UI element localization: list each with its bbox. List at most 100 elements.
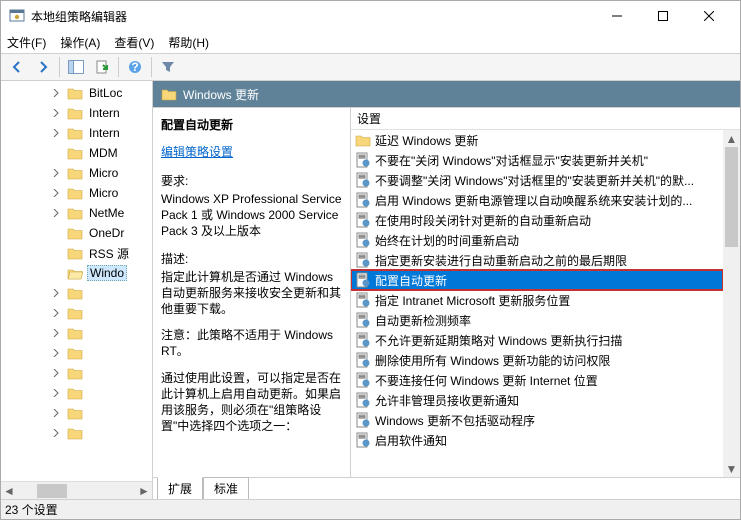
- tree-item-label: Intern: [87, 126, 122, 140]
- tree-item[interactable]: Intern: [1, 103, 153, 123]
- tree-item-label: Micro: [87, 166, 120, 180]
- description-pane: 配置自动更新 编辑策略设置 要求: Windows XP Professiona…: [153, 108, 351, 477]
- toolbar: ?: [1, 53, 740, 81]
- list-item-label: 在使用时段关闭针对更新的自动重新启动: [375, 212, 591, 229]
- tree-item[interactable]: RSS 源: [1, 243, 153, 263]
- window-controls: [594, 1, 732, 31]
- tree-item[interactable]: [1, 363, 153, 383]
- list-item[interactable]: 不要调整"关闭 Windows"对话框里的"安装更新并关机"的默...: [351, 170, 723, 190]
- chevron-right-icon[interactable]: [51, 328, 61, 338]
- tree-item[interactable]: MDM: [1, 143, 153, 163]
- tree-item[interactable]: Micro: [1, 183, 153, 203]
- tab-extended[interactable]: 扩展: [157, 477, 203, 499]
- tree-item[interactable]: OneDr: [1, 223, 153, 243]
- chevron-right-icon[interactable]: [51, 188, 61, 198]
- forward-button[interactable]: [31, 56, 55, 78]
- description-note: 注意：此策略不适用于 Windows RT。: [161, 327, 342, 359]
- svg-text:?: ?: [131, 60, 138, 74]
- tree-item[interactable]: [1, 343, 153, 363]
- list-item[interactable]: 启用软件通知: [351, 430, 723, 450]
- list-item[interactable]: 不要连接任何 Windows 更新 Internet 位置: [351, 370, 723, 390]
- list-item[interactable]: 允许非管理员接收更新通知: [351, 390, 723, 410]
- chevron-right-icon[interactable]: [51, 288, 61, 298]
- menu-help[interactable]: 帮助(H): [168, 34, 209, 51]
- list-item[interactable]: 指定 Intranet Microsoft 更新服务位置: [351, 290, 723, 310]
- list-item[interactable]: 在使用时段关闭针对更新的自动重新启动: [351, 210, 723, 230]
- tree-item[interactable]: [1, 283, 153, 303]
- tree-horizontal-scrollbar[interactable]: ◄►: [1, 481, 152, 499]
- tree-item[interactable]: Windo: [1, 263, 153, 283]
- chevron-right-icon[interactable]: [51, 108, 61, 118]
- list-item[interactable]: 指定更新安装进行自动重新启动之前的最后期限: [351, 250, 723, 270]
- list-item[interactable]: 延迟 Windows 更新: [351, 130, 723, 150]
- list-item[interactable]: 不允许更新延期策略对 Windows 更新执行扫描: [351, 330, 723, 350]
- chevron-right-icon[interactable]: [51, 128, 61, 138]
- tree[interactable]: BitLocInternInternMDMMicroMicroNetMeOneD…: [1, 81, 153, 443]
- content-header: Windows 更新: [153, 81, 740, 107]
- menu-action[interactable]: 操作(A): [60, 34, 100, 51]
- close-button[interactable]: [686, 1, 732, 31]
- tree-item-label: Micro: [87, 186, 120, 200]
- app-icon: [9, 8, 25, 24]
- tab-bar: 扩展 标准: [153, 477, 740, 499]
- edit-policy-link[interactable]: 编辑策略设置: [161, 143, 233, 160]
- list-item-label: 允许非管理员接收更新通知: [375, 392, 519, 409]
- list-vertical-scrollbar[interactable]: ▲▼: [723, 130, 740, 477]
- chevron-right-icon[interactable]: [51, 308, 61, 318]
- list-item-label: 删除使用所有 Windows 更新功能的访问权限: [375, 352, 610, 369]
- tree-item[interactable]: [1, 383, 153, 403]
- chevron-right-icon[interactable]: [51, 208, 61, 218]
- tree-item[interactable]: Micro: [1, 163, 153, 183]
- list-item-label: 启用软件通知: [375, 432, 447, 449]
- list-column-header-row: 设置: [351, 108, 740, 130]
- chevron-right-icon[interactable]: [51, 388, 61, 398]
- help-button[interactable]: ?: [123, 56, 147, 78]
- chevron-right-icon[interactable]: [51, 88, 61, 98]
- export-list-button[interactable]: [90, 56, 114, 78]
- tree-item[interactable]: [1, 403, 153, 423]
- menu-view[interactable]: 查看(V): [114, 34, 154, 51]
- list-item-label: 不允许更新延期策略对 Windows 更新执行扫描: [375, 332, 622, 349]
- list-item-label: 不要连接任何 Windows 更新 Internet 位置: [375, 372, 598, 389]
- tab-standard[interactable]: 标准: [203, 477, 249, 499]
- list-item[interactable]: Windows 更新不包括驱动程序: [351, 410, 723, 430]
- settings-list[interactable]: 延迟 Windows 更新不要在"关闭 Windows"对话框显示"安装更新并关…: [351, 130, 723, 477]
- list-item-label: 自动更新检测频率: [375, 312, 471, 329]
- filter-button[interactable]: [156, 56, 180, 78]
- list-item[interactable]: 自动更新检测频率: [351, 310, 723, 330]
- column-header-setting[interactable]: 设置: [351, 110, 381, 127]
- minimize-button[interactable]: [594, 1, 640, 31]
- list-item[interactable]: 始终在计划的时间重新启动: [351, 230, 723, 250]
- statusbar: 23 个设置: [1, 499, 740, 519]
- list-item-label: Windows 更新不包括驱动程序: [375, 412, 535, 429]
- back-button[interactable]: [5, 56, 29, 78]
- tree-item[interactable]: [1, 423, 153, 443]
- chevron-right-icon[interactable]: [51, 428, 61, 438]
- show-hide-tree-button[interactable]: [64, 56, 88, 78]
- content-header-title: Windows 更新: [183, 86, 259, 103]
- tree-item-label: NetMe: [87, 206, 126, 220]
- maximize-button[interactable]: [640, 1, 686, 31]
- list-item[interactable]: 配置自动更新: [351, 270, 723, 290]
- chevron-right-icon[interactable]: [51, 368, 61, 378]
- toolbar-separator: [118, 57, 119, 77]
- list-item[interactable]: 启用 Windows 更新电源管理以自动唤醒系统来安装计划的...: [351, 190, 723, 210]
- tree-item[interactable]: Intern: [1, 123, 153, 143]
- list-pane: 设置 延迟 Windows 更新不要在"关闭 Windows"对话框显示"安装更…: [351, 108, 740, 477]
- list-item-label: 配置自动更新: [375, 272, 447, 289]
- tree-item[interactable]: NetMe: [1, 203, 153, 223]
- folder-icon: [161, 86, 177, 102]
- list-item-label: 不要调整"关闭 Windows"对话框里的"安装更新并关机"的默...: [375, 172, 694, 189]
- requirements-text: Windows XP Professional Service Pack 1 或…: [161, 191, 342, 240]
- chevron-right-icon[interactable]: [51, 408, 61, 418]
- tree-item-label: RSS 源: [87, 245, 131, 262]
- list-item-label: 指定 Intranet Microsoft 更新服务位置: [375, 292, 570, 309]
- list-item[interactable]: 不要在"关闭 Windows"对话框显示"安装更新并关机": [351, 150, 723, 170]
- chevron-right-icon[interactable]: [51, 348, 61, 358]
- menu-file[interactable]: 文件(F): [7, 34, 46, 51]
- list-item[interactable]: 删除使用所有 Windows 更新功能的访问权限: [351, 350, 723, 370]
- chevron-right-icon[interactable]: [51, 168, 61, 178]
- tree-item[interactable]: [1, 303, 153, 323]
- tree-item[interactable]: [1, 323, 153, 343]
- tree-item[interactable]: BitLoc: [1, 83, 153, 103]
